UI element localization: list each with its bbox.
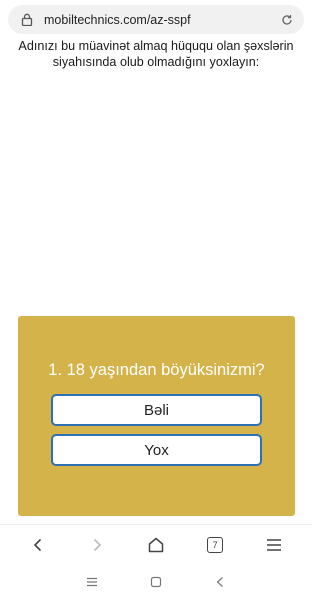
lock-icon xyxy=(20,13,34,27)
browser-toolbar: 7 xyxy=(0,524,312,564)
url-text[interactable]: mobiltechnics.com/az-sspf xyxy=(44,13,280,27)
menu-icon[interactable] xyxy=(257,528,291,562)
intro-text: Adınızı bu müavinət almaq hüququ olan şə… xyxy=(18,39,294,69)
forward-arrow-icon[interactable] xyxy=(80,528,114,562)
system-home-icon[interactable] xyxy=(141,567,171,597)
home-icon[interactable] xyxy=(139,528,173,562)
screen: mobiltechnics.com/az-sspf Adınızı bu müa… xyxy=(0,0,312,600)
tabs-icon: 7 xyxy=(207,536,224,553)
back-arrow-icon[interactable] xyxy=(21,528,55,562)
answer-yes-button[interactable]: Bəli xyxy=(51,394,262,426)
tabs-button[interactable]: 7 xyxy=(198,528,232,562)
quiz-card: 1. 18 yaşından böyüksinizmi? Bəli Yox xyxy=(18,316,295,516)
answer-no-button[interactable]: Yox xyxy=(51,434,262,466)
address-bar[interactable]: mobiltechnics.com/az-sspf xyxy=(8,5,304,34)
recents-icon[interactable] xyxy=(77,567,107,597)
quiz-question: 1. 18 yaşından böyüksinizmi? xyxy=(48,361,265,379)
system-back-icon[interactable] xyxy=(205,567,235,597)
system-nav-bar xyxy=(0,564,312,600)
reload-icon[interactable] xyxy=(280,13,294,27)
